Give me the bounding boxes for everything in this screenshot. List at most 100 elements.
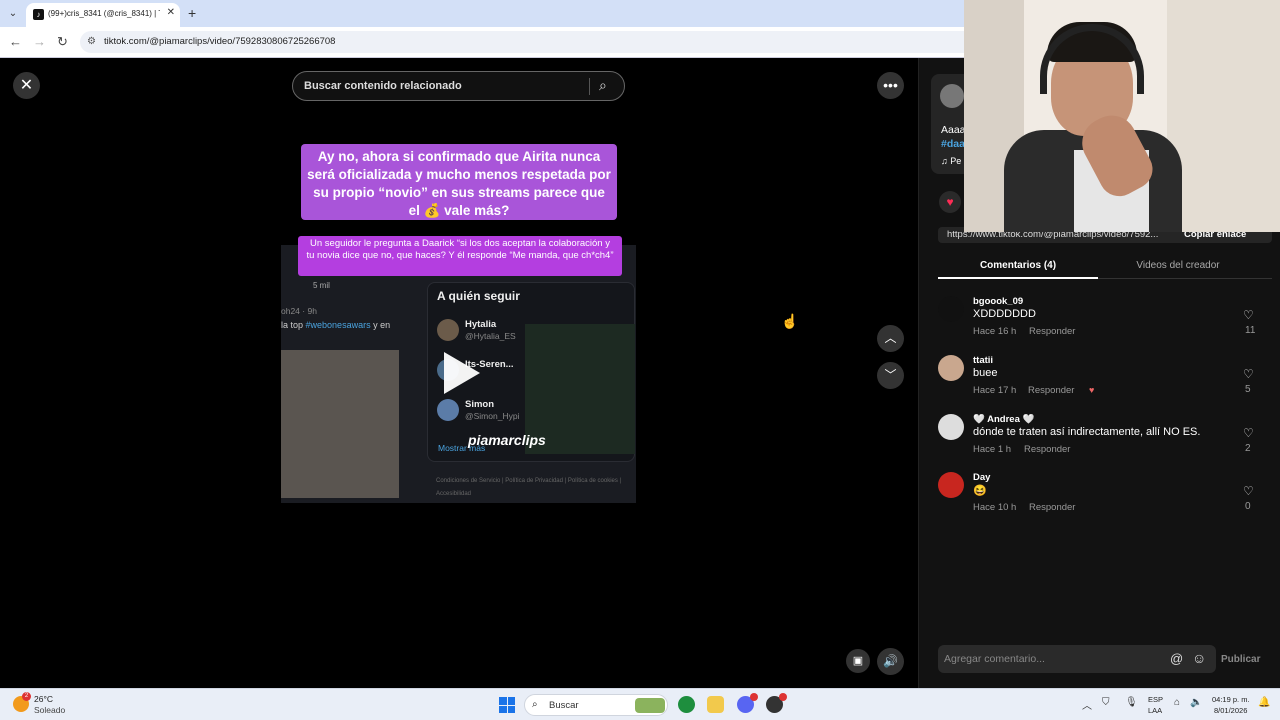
clock-time[interactable]: 04:19 p. m. <box>1212 695 1250 704</box>
comment-time: Hace 10 h <box>973 502 1017 513</box>
tweet-view-count: 5 mil <box>313 281 330 290</box>
heart-outline-icon[interactable]: ♡ <box>1243 367 1254 381</box>
publish-button[interactable]: Publicar <box>1221 654 1260 665</box>
comment-username[interactable]: ttatii <box>973 355 993 366</box>
chrome-icon[interactable] <box>678 696 695 713</box>
weather-temp[interactable]: 26°C <box>34 694 53 704</box>
url-text[interactable]: tiktok.com/@piamarclips/video/7592830806… <box>104 36 335 47</box>
windows-start-icon[interactable] <box>499 697 515 713</box>
avatar <box>437 319 459 341</box>
comment-time: Hace 16 h <box>973 326 1017 337</box>
hand-cursor-icon: ☝ <box>781 313 799 329</box>
comment-username[interactable]: bgoook_09 <box>973 296 1023 307</box>
add-comment-input[interactable]: Agregar comentario... @ ☺ <box>938 645 1216 673</box>
comment-item: ttatii buee Hace 17 h Responder ♥ ♡ 5 <box>938 355 1258 405</box>
follow-name: Simon <box>465 399 495 410</box>
taskbar-search-label: Buscar <box>549 700 579 711</box>
avatar[interactable] <box>938 414 964 440</box>
tab-title: (99+)cris_8341 (@cris_8341) | TikTok <box>48 9 160 18</box>
twitter-footer-links: Condiciones de Servicio | Política de Pr… <box>436 478 622 497</box>
file-explorer-icon[interactable] <box>707 696 724 713</box>
search-divider <box>589 78 590 95</box>
comment-item: bgoook_09 XDDDDDDD Hace 16 h Responder ♡… <box>938 296 1258 346</box>
comment-like-count: 11 <box>1245 325 1256 336</box>
notification-bell-icon[interactable]: 🔔 <box>1258 697 1270 708</box>
tab-close-icon[interactable]: ✕ <box>167 7 175 18</box>
reply-button[interactable]: Responder <box>1029 502 1075 513</box>
video-caption-main: Ay no, ahora si confirmado que Airita nu… <box>301 144 617 220</box>
tiktok-favicon-icon: ♪ <box>33 9 44 20</box>
next-video-button[interactable]: ﹀ <box>877 362 904 389</box>
close-video-button[interactable]: ✕ <box>13 72 40 99</box>
search-icon[interactable]: ⌕ <box>599 77 607 94</box>
previous-video-button[interactable]: ︿ <box>877 325 904 352</box>
search-highlight-icon <box>635 698 665 713</box>
chevron-up-icon[interactable]: ︿ <box>1082 697 1092 712</box>
site-info-icon[interactable]: ⚙ <box>87 36 96 47</box>
play-icon[interactable] <box>444 352 480 394</box>
reply-button[interactable]: Responder <box>1028 385 1074 396</box>
reload-icon[interactable]: ↻ <box>57 34 68 50</box>
tab-creator-videos[interactable]: Videos del creador <box>1098 254 1258 279</box>
heart-outline-icon[interactable]: ♡ <box>1243 426 1254 440</box>
webcam-background-shelf <box>1167 0 1280 232</box>
video-description: Aaaa <box>941 124 966 136</box>
more-options-button[interactable]: ••• <box>877 72 904 99</box>
comment-like-count: 0 <box>1245 501 1251 512</box>
tweet-image <box>281 350 399 498</box>
new-tab-button[interactable]: + <box>188 5 196 21</box>
follow-name: Hytalia <box>465 319 497 330</box>
tweet-handle: oh24 · 9h <box>281 306 317 316</box>
avatar[interactable] <box>938 472 964 498</box>
comment-like-count: 2 <box>1245 443 1251 454</box>
network-shield-icon[interactable]: ⛉ <box>1102 697 1110 708</box>
like-heart-icon[interactable]: ♥ <box>939 191 961 213</box>
back-arrow-icon[interactable]: ← <box>9 34 22 49</box>
video-hashtag[interactable]: #daa <box>941 138 965 150</box>
follow-handle: @Simon_Hypi <box>465 411 520 421</box>
reply-button[interactable]: Responder <box>1024 444 1070 455</box>
weather-badge: 2 <box>22 692 31 701</box>
video-sound[interactable]: ♫ Pe <box>941 156 961 166</box>
comment-time: Hace 17 h <box>973 385 1017 396</box>
microphone-icon[interactable]: 🎙 <box>1125 697 1138 708</box>
taskbar-search[interactable]: ⌕ Buscar <box>524 694 668 716</box>
mention-icon[interactable]: @ <box>1170 651 1183 666</box>
volume-button[interactable]: 🔊 <box>877 648 904 675</box>
speaker-icon[interactable]: 🔈 <box>1190 697 1202 708</box>
emoji-icon[interactable]: ☺ <box>1192 650 1206 666</box>
follow-handle: @Hytalia_ES <box>465 331 516 341</box>
reply-button[interactable]: Responder <box>1029 326 1075 337</box>
comment-like-count: 5 <box>1245 384 1251 395</box>
comment-username[interactable]: 🤍 Andrea 🤍 <box>973 414 1034 425</box>
related-search-input[interactable]: Buscar contenido relacionado ⌕ <box>292 71 625 101</box>
keyboard-layout[interactable]: LAA <box>1148 706 1162 715</box>
add-comment-placeholder: Agregar comentario... <box>944 653 1045 665</box>
video-watermark: piamarclips <box>468 432 546 448</box>
avatar[interactable] <box>938 355 964 381</box>
browser-tab-active[interactable]: ♪ (99+)cris_8341 (@cris_8341) | TikTok ✕ <box>26 3 180 27</box>
address-bar[interactable]: ⚙ tiktok.com/@piamarclips/video/75928308… <box>80 31 980 53</box>
comment-text: 😆 <box>973 485 987 497</box>
picture-in-picture-button[interactable]: ▣ <box>846 649 870 673</box>
tab-comments[interactable]: Comentarios (4) <box>938 254 1098 279</box>
wifi-icon[interactable]: ⌂ <box>1174 697 1180 708</box>
clock-date[interactable]: 8/01/2026 <box>1214 706 1247 715</box>
follow-title: A quién seguir <box>437 289 520 303</box>
comment-time: Hace 1 h <box>973 444 1012 455</box>
heart-outline-icon[interactable]: ♡ <box>1243 484 1254 498</box>
avatar[interactable] <box>940 84 964 108</box>
forward-arrow-icon[interactable]: → <box>33 34 46 49</box>
obs-icon[interactable] <box>766 693 787 713</box>
heart-outline-icon[interactable]: ♡ <box>1243 308 1254 322</box>
avatar[interactable] <box>938 296 964 322</box>
language-indicator[interactable]: ESP <box>1148 695 1163 704</box>
tweet-stats-strip: 5 mil <box>281 278 427 298</box>
comment-username[interactable]: Day <box>973 472 990 483</box>
webcam-overlay <box>964 0 1280 232</box>
comments-tabs: Comentarios (4) Videos del creador <box>938 254 1272 279</box>
weather-desc[interactable]: Soleado <box>34 705 65 715</box>
comment-text: XDDDDDDD <box>973 308 1036 320</box>
discord-icon[interactable] <box>737 693 758 713</box>
tab-search-icon[interactable]: ⌄ <box>5 6 21 22</box>
